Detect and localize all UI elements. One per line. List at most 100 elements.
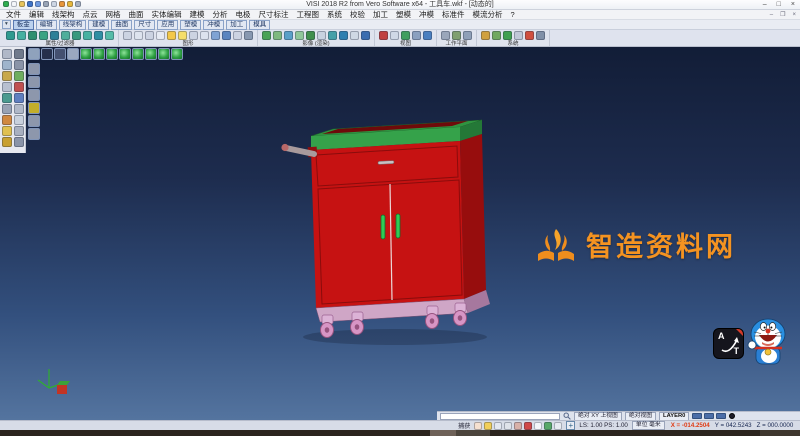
menu-13[interactable]: 系统 (323, 10, 346, 20)
doc-strip-icon-6[interactable] (28, 128, 40, 140)
graphics-icon-4[interactable] (156, 31, 165, 40)
graphics-icon-12[interactable] (244, 31, 253, 40)
snap-icon-2[interactable] (484, 422, 492, 430)
view-group-icon-3[interactable] (401, 31, 410, 40)
attr-filter-icon-3[interactable] (28, 31, 37, 40)
render-icon-3[interactable] (284, 31, 293, 40)
menu-5[interactable]: 网格 (102, 10, 125, 20)
render-icon-7[interactable] (328, 31, 337, 40)
view-orient-icon-3[interactable] (54, 48, 66, 60)
snap-icon-6[interactable] (524, 422, 532, 430)
left-tool-icon-2[interactable] (14, 49, 24, 59)
command-input[interactable] (440, 413, 560, 420)
view-orient-icon-1[interactable] (28, 48, 40, 60)
workplane-icon-2[interactable] (452, 31, 461, 40)
view-group-icon-5[interactable] (423, 31, 432, 40)
view-group-icon-4[interactable] (412, 31, 421, 40)
left-tool-icon-7[interactable] (2, 82, 12, 92)
menu-12[interactable]: 工程图 (293, 10, 324, 20)
attr-filter-icon-6[interactable] (61, 31, 70, 40)
tab-4[interactable]: 建模 (88, 20, 109, 30)
system-icon-4[interactable] (514, 31, 523, 40)
view-orient-icon-11[interactable] (158, 48, 170, 60)
view-orient-icon-4[interactable] (67, 48, 79, 60)
graphics-icon-5[interactable] (167, 31, 176, 40)
left-tool-icon-17[interactable] (2, 137, 12, 147)
view-orient-icon-5[interactable] (80, 48, 92, 60)
menu-17[interactable]: 冲模 (415, 10, 438, 20)
left-tool-icon-3[interactable] (2, 60, 12, 70)
snap-icon-3[interactable] (494, 422, 502, 430)
graphics-icon-9[interactable] (211, 31, 220, 40)
view-orient-icon-8[interactable] (119, 48, 131, 60)
view-group-icon-1[interactable] (379, 31, 388, 40)
left-tool-icon-5[interactable] (2, 71, 12, 81)
menu-20[interactable]: ? (507, 10, 519, 20)
snap-icon-9[interactable] (554, 422, 562, 430)
system-icon-2[interactable] (492, 31, 501, 40)
render-icon-9[interactable] (350, 31, 359, 40)
render-icon-1[interactable] (262, 31, 271, 40)
attr-filter-icon-10[interactable] (105, 31, 114, 40)
tab-1[interactable]: 板金 (13, 20, 34, 30)
tab-overflow-button[interactable]: ▾ (2, 20, 11, 29)
tab-11[interactable]: 模具 (249, 20, 270, 30)
layer-swatch-icon-3[interactable] (716, 413, 726, 419)
render-icon-10[interactable] (361, 31, 370, 40)
menu-8[interactable]: 建模 (186, 10, 209, 20)
child-close-icon[interactable]: × (792, 10, 796, 20)
child-minimize-icon[interactable]: – (770, 10, 773, 20)
menu-19[interactable]: 模流分析 (469, 10, 507, 20)
attr-filter-icon-9[interactable] (94, 31, 103, 40)
graphics-icon-8[interactable] (200, 31, 209, 40)
left-tool-icon-14[interactable] (14, 115, 24, 125)
doc-strip-icon-5[interactable] (28, 115, 40, 127)
view-orient-icon-9[interactable] (132, 48, 144, 60)
graphics-icon-6[interactable] (178, 31, 187, 40)
menu-14[interactable]: 校验 (346, 10, 369, 20)
render-icon-6[interactable] (317, 31, 326, 40)
attr-filter-icon-5[interactable] (50, 31, 59, 40)
child-restore-icon[interactable]: ❐ (780, 10, 785, 20)
layer-swatch-icon-1[interactable] (692, 413, 702, 419)
system-icon-6[interactable] (536, 31, 545, 40)
close-icon[interactable]: × (791, 0, 795, 10)
left-tool-icon-15[interactable] (2, 126, 12, 136)
layer-swatch-icon-2[interactable] (704, 413, 714, 419)
minimize-icon[interactable]: – (763, 0, 767, 10)
graphics-icon-3[interactable] (145, 31, 154, 40)
menu-11[interactable]: 尺寸标注 (255, 10, 293, 20)
graphics-icon-7[interactable] (189, 31, 198, 40)
graphics-icon-10[interactable] (222, 31, 231, 40)
graphics-icon-1[interactable] (123, 31, 132, 40)
menu-7[interactable]: 实体编辑 (148, 10, 186, 20)
system-icon-3[interactable] (503, 31, 512, 40)
left-tool-icon-16[interactable] (14, 126, 24, 136)
attr-filter-icon-4[interactable] (39, 31, 48, 40)
snap-icon-7[interactable] (534, 422, 542, 430)
left-tool-icon-1[interactable] (2, 49, 12, 59)
search-icon[interactable] (563, 412, 571, 420)
left-tool-icon-4[interactable] (14, 60, 24, 70)
view-orient-icon-6[interactable] (93, 48, 105, 60)
workplane-icon-3[interactable] (463, 31, 472, 40)
menu-16[interactable]: 塑模 (392, 10, 415, 20)
graphics-icon-2[interactable] (134, 31, 143, 40)
3d-viewport[interactable]: 智造资料网 A T (0, 47, 800, 420)
tool-cart-model[interactable] (281, 120, 490, 338)
maximize-icon[interactable]: □ (777, 0, 781, 10)
tab-7[interactable]: 应用 (157, 20, 178, 30)
view-orient-icon-12[interactable] (171, 48, 183, 60)
render-icon-2[interactable] (273, 31, 282, 40)
menu-2[interactable]: 编辑 (25, 10, 48, 20)
tab-5[interactable]: 曲面 (111, 20, 132, 30)
snap-icon-4[interactable] (504, 422, 512, 430)
left-tool-icon-18[interactable] (14, 137, 24, 147)
menu-4[interactable]: 点云 (79, 10, 102, 20)
status-sphere-icon[interactable] (729, 413, 735, 419)
doc-strip-icon-4[interactable] (28, 102, 40, 114)
tab-9[interactable]: 冲模 (203, 20, 224, 30)
tab-8[interactable]: 塑模 (180, 20, 201, 30)
menu-18[interactable]: 标准件 (438, 10, 469, 20)
tab-10[interactable]: 加工 (226, 20, 247, 30)
